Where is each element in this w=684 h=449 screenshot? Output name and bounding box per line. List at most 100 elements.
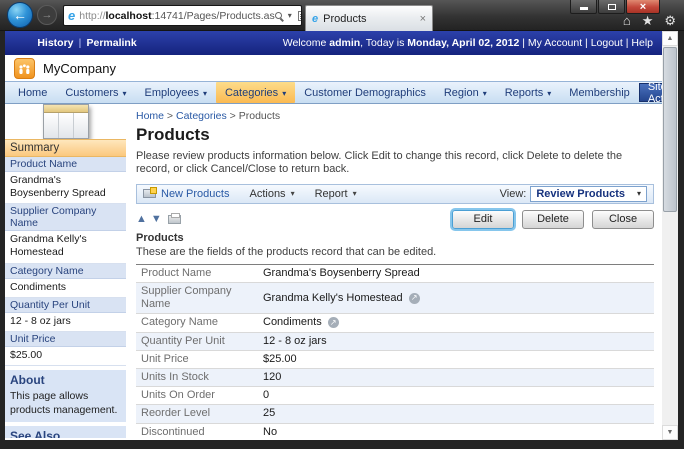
section-title: Products [136, 232, 654, 244]
breadcrumb-separator: > [164, 110, 176, 122]
main-content: Home > Categories > Products Products Pl… [126, 104, 662, 438]
site-actions-button[interactable]: Site Actions▾ [639, 83, 662, 102]
nav-item-employees[interactable]: Employees▾ [136, 82, 216, 103]
people-icon [18, 64, 31, 76]
field-label: Product Name [136, 265, 258, 282]
close-window-button[interactable]: × [626, 0, 660, 14]
field-label: Supplier Company Name [136, 283, 258, 313]
view-label: View: [500, 188, 527, 200]
date-text: Monday, April 02, 2012 [407, 37, 519, 49]
separator: | [582, 37, 591, 49]
today-text: , Today is [360, 37, 407, 49]
summary-field-value: Grandma's Boysenberry Spread [5, 172, 126, 204]
search-icon[interactable] [275, 12, 282, 19]
address-bar[interactable]: e http://localhost:14741/Pages/Products.… [63, 5, 302, 26]
nav-item-region[interactable]: Region▾ [435, 82, 496, 103]
move-down-icon[interactable]: ▼ [151, 213, 162, 225]
address-dropdown-icon[interactable]: ▾ [288, 11, 292, 20]
chevron-down-icon: ▾ [291, 189, 295, 198]
back-button[interactable]: ← [7, 2, 33, 28]
page-viewport: History|Permalink Welcome admin, Today i… [5, 31, 662, 440]
table-row: Unit Price $25.00 [136, 351, 654, 369]
close-button[interactable]: Close [592, 210, 654, 229]
summary-field-value: Grandma Kelly's Homestead [5, 231, 126, 263]
favorites-star-icon[interactable]: ★ [642, 13, 654, 29]
history-link[interactable]: History [37, 37, 73, 49]
report-menu[interactable]: Report▾ [315, 188, 357, 200]
summary-field-value: 12 - 8 oz jars [5, 313, 126, 332]
new-item-icon [143, 189, 156, 198]
my-account-link[interactable]: My Account [528, 37, 582, 49]
breadcrumb-categories[interactable]: Categories [176, 110, 227, 122]
move-up-icon[interactable]: ▲ [136, 213, 147, 225]
table-row: Quantity Per Unit 12 - 8 oz jars [136, 333, 654, 351]
scrollbar-thumb[interactable] [663, 47, 677, 212]
compatibility-view-icon[interactable] [298, 11, 302, 21]
record-table: Product Name Grandma's Boysenberry Sprea… [136, 264, 654, 438]
chevron-down-icon: ▾ [637, 189, 641, 198]
maximize-icon [608, 4, 616, 10]
nav-item-customer-demographics[interactable]: Customer Demographics [295, 82, 435, 103]
top-action-row: ▲ ▼ Edit Delete Close [136, 210, 654, 229]
browser-tab[interactable]: e Products × [305, 5, 433, 31]
edit-button[interactable]: Edit [452, 210, 514, 229]
company-logo-icon[interactable] [14, 58, 35, 79]
separator: | [623, 37, 632, 49]
field-label: Reorder Level [136, 405, 258, 422]
maximize-button[interactable] [598, 0, 625, 14]
breadcrumb-current: Products [239, 110, 280, 122]
forward-arrow-icon: → [42, 9, 53, 21]
tab-favicon-icon: e [312, 13, 318, 25]
delete-button[interactable]: Delete [522, 210, 584, 229]
site-title[interactable]: MyCompany [43, 61, 116, 76]
about-section: About This page allows products manageme… [5, 370, 126, 422]
table-row: Category Name Condiments↗ [136, 314, 654, 332]
scroll-down-icon[interactable]: ▼ [662, 425, 678, 440]
chevron-down-icon: ▾ [547, 89, 551, 98]
gear-icon[interactable]: ⚙ [664, 13, 676, 29]
view-dropdown[interactable]: Review Products▾ [530, 186, 647, 202]
back-arrow-icon: ← [13, 7, 27, 23]
nav-item-reports[interactable]: Reports▾ [496, 82, 561, 103]
permalink-link[interactable]: Permalink [86, 37, 136, 49]
product-image [5, 104, 126, 139]
breadcrumb-home[interactable]: Home [136, 110, 164, 122]
chevron-down-icon: ▾ [123, 89, 127, 98]
nav-item-customers[interactable]: Customers▾ [56, 82, 135, 103]
nav-item-categories[interactable]: Categories▾ [216, 82, 295, 103]
nav-item-home[interactable]: Home [9, 82, 56, 103]
field-label: Quantity Per Unit [136, 333, 258, 350]
summary-field-value: $25.00 [5, 347, 126, 366]
tab-close-icon[interactable]: × [420, 13, 426, 25]
tab-title: Products [323, 13, 414, 25]
about-title: About [10, 373, 121, 387]
navigate-icon[interactable]: ↗ [409, 293, 420, 304]
logout-link[interactable]: Logout [591, 37, 623, 49]
home-icon[interactable]: ⌂ [623, 13, 631, 29]
help-link[interactable]: Help [631, 37, 653, 49]
scroll-up-icon[interactable]: ▲ [662, 31, 678, 46]
url-path: :14741/Pages/Products.as [152, 10, 275, 22]
new-products-button[interactable]: New Products [143, 188, 229, 200]
table-row: Product Name Grandma's Boysenberry Sprea… [136, 265, 654, 283]
field-label: Units In Stock [136, 369, 258, 386]
nav-item-membership[interactable]: Membership [560, 82, 639, 103]
url-protocol: http:// [79, 10, 105, 22]
summary-field-label: Unit Price [5, 332, 126, 347]
see-also-section: See Also Home Customers Employees Custom… [5, 426, 126, 438]
summary-field-value: Condiments [5, 279, 126, 298]
table-row: Units On Order 0 [136, 387, 654, 405]
actions-menu[interactable]: Actions▾ [249, 188, 294, 200]
chevron-down-icon: ▾ [203, 89, 207, 98]
table-icon [43, 104, 89, 139]
minimize-button[interactable] [570, 0, 597, 14]
url-host: localhost [106, 10, 152, 22]
print-icon[interactable] [168, 215, 181, 224]
vertical-scrollbar[interactable]: ▲ ▼ [662, 31, 678, 440]
forward-button[interactable]: → [37, 5, 57, 25]
window-controls: × [569, 0, 660, 14]
navigate-icon[interactable]: ↗ [328, 317, 339, 328]
section-subtitle: These are the fields of the products rec… [136, 246, 654, 258]
field-value: 12 - 8 oz jars [258, 333, 654, 350]
list-toolbar: New Products Actions▾ Report▾ View: Revi… [136, 184, 654, 204]
